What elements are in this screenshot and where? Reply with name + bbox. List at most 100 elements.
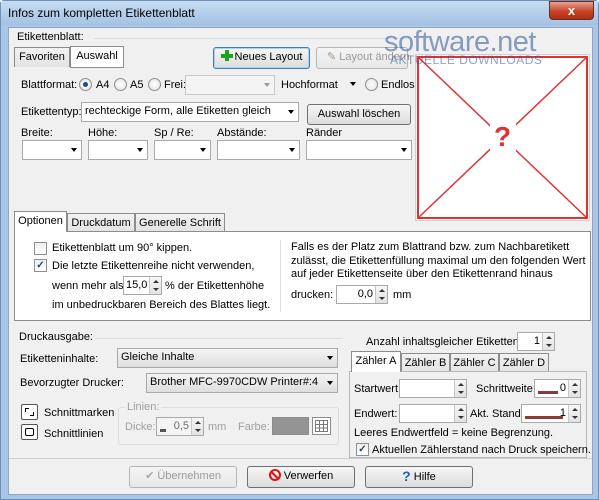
- same-content-value: 1: [533, 335, 540, 347]
- orientation-select[interactable]: [344, 75, 360, 95]
- end-label: Endwert:: [354, 408, 398, 420]
- new-layout-button[interactable]: Neues Layout: [213, 47, 310, 69]
- free-format-select[interactable]: [185, 75, 275, 95]
- cutmarks-icon[interactable]: [21, 404, 38, 420]
- printer-select[interactable]: Brother MFC-9970CDW Printer#:4: [146, 373, 338, 393]
- tab-generelle-schrift[interactable]: Generelle Schrift: [135, 213, 225, 232]
- step-value: 0: [559, 382, 566, 394]
- width-select[interactable]: [22, 140, 82, 160]
- same-content-spinner[interactable]: 1: [517, 332, 555, 351]
- cutlines-icon[interactable]: [21, 424, 38, 440]
- height-select[interactable]: [88, 140, 148, 160]
- format-a5-radio[interactable]: [114, 78, 127, 91]
- dialog-window: Infos zum kompletten Etikettenblatt x Et…: [0, 0, 599, 500]
- overprint-value: 0,0: [357, 288, 373, 300]
- overprint-unit: mm: [393, 289, 412, 301]
- last-row-when-label: wenn mehr als: [52, 280, 124, 292]
- color-swatch[interactable]: [272, 417, 309, 435]
- label-preview: ?: [415, 54, 590, 221]
- discard-label: Verwerfen: [283, 470, 334, 482]
- output-section-label: Druckausgabe:: [19, 331, 93, 343]
- tab-counter-c[interactable]: Zähler C: [450, 353, 499, 372]
- format-free-radio[interactable]: [148, 78, 161, 91]
- margins-select[interactable]: [306, 140, 412, 160]
- plus-icon: [220, 50, 233, 61]
- columns-rows-select[interactable]: [154, 140, 211, 160]
- current-label: Akt. Stand:: [470, 408, 524, 420]
- preview-question-mark: ?: [494, 121, 512, 152]
- thickness-spinner[interactable]: 0,5: [156, 417, 204, 436]
- lines-label: Linien:: [125, 401, 162, 413]
- spacing-header: Abstände:: [217, 127, 267, 139]
- help-label: Hilfe: [413, 471, 436, 483]
- tab-auswahl[interactable]: Auswahl: [70, 46, 124, 68]
- thickness-value: 0,5: [173, 420, 189, 432]
- dialog-body: Etikettenblatt: Favoriten Auswahl Neues …: [8, 26, 593, 495]
- help-button[interactable]: ? Hilfe: [365, 466, 473, 488]
- overprint-spinner[interactable]: 0,0: [336, 285, 388, 304]
- width-header: Breite:: [21, 127, 53, 139]
- tab-counter-d[interactable]: Zähler D: [499, 353, 549, 372]
- last-row-suffix: % der Etikettenhöhe: [165, 280, 265, 292]
- content-value: Gleiche Inhalte: [121, 351, 195, 363]
- last-row-line3: im unbedruckbaren Bereich des Blattes li…: [52, 299, 271, 311]
- window-title: Infos zum kompletten Etikettenblatt: [8, 6, 195, 20]
- format-a5-label: A5: [130, 79, 144, 91]
- empty-end-hint: Leeres Endwertfeld = keine Begrenzung.: [354, 427, 554, 439]
- rotate-label: Etikettenblatt um 90° kippen.: [52, 242, 193, 254]
- title-bar[interactable]: Infos zum kompletten Etikettenblatt x: [1, 1, 598, 25]
- current-spinner[interactable]: 1: [521, 404, 581, 423]
- content-select[interactable]: Gleiche Inhalte: [117, 348, 338, 368]
- format-a4-label: A4: [96, 79, 110, 91]
- footer-divider: [9, 458, 592, 459]
- columns-rows-header: Sp / Re:: [154, 127, 194, 139]
- no-entry-icon: [268, 469, 281, 481]
- sheet-format-label: Blattformat:: [21, 79, 78, 91]
- print-label: drucken:: [291, 289, 334, 301]
- tab-counter-b[interactable]: Zähler B: [401, 353, 450, 372]
- last-row-checkbox[interactable]: ✓: [34, 259, 47, 272]
- printer-label: Bevorzugter Drucker:: [20, 377, 124, 389]
- apply-button[interactable]: ✔ Übernehmen: [129, 466, 237, 488]
- endless-radio[interactable]: [365, 78, 378, 91]
- last-row-percent-spinner[interactable]: 15,0: [123, 276, 162, 295]
- format-free-label: Frei:: [164, 79, 186, 91]
- help-icon: ?: [402, 468, 411, 484]
- same-content-label: Anzahl inhaltsgleicher Etiketten:: [366, 336, 522, 348]
- height-header: Höhe:: [88, 127, 118, 139]
- thickness-unit: mm: [208, 421, 227, 433]
- cutmarks-label: Schnittmarken: [44, 407, 115, 419]
- options-divider: [280, 240, 281, 312]
- counter-panel: Startwert: Schrittweite: 0 Endwert: Akt.…: [349, 371, 591, 458]
- printer-value: Brother MFC-9970CDW Printer#:4: [150, 376, 319, 388]
- tab-optionen[interactable]: Optionen: [14, 211, 67, 232]
- options-panel: Etikettenblatt um 90° kippen. ✓ Die letz…: [14, 231, 591, 321]
- tab-druckdatum[interactable]: Druckdatum: [67, 213, 135, 232]
- tab-counter-a[interactable]: Zähler A: [351, 351, 401, 372]
- content-label: Etiketteninhalte:: [20, 353, 99, 365]
- end-spinner[interactable]: [399, 404, 467, 423]
- save-counter-checkbox[interactable]: ✓: [356, 443, 369, 456]
- save-counter-label: Aktuellen Zählerstand nach Druck speiche…: [372, 444, 591, 456]
- pencil-icon: ✎: [327, 51, 337, 63]
- endless-label: Endlos: [381, 79, 415, 91]
- watermark: software.net AKTUELLE DOWNLOADS: [382, 26, 592, 70]
- label-type-value: rechteckige Form, alle Etiketten gleich: [85, 105, 271, 117]
- step-label: Schrittweite:: [476, 383, 536, 395]
- tab-favoriten[interactable]: Favoriten: [14, 47, 70, 67]
- start-spinner[interactable]: [399, 379, 467, 398]
- rotate-checkbox[interactable]: [34, 242, 47, 255]
- last-row-percent-value: 15,0: [126, 279, 148, 291]
- color-grid-icon[interactable]: [312, 417, 331, 435]
- sheet-section-label: Etikettenblatt:: [17, 31, 84, 43]
- format-a4-radio[interactable]: [79, 78, 92, 91]
- clear-selection-button[interactable]: Auswahl löschen: [307, 104, 411, 125]
- step-spinner[interactable]: 0: [534, 379, 581, 398]
- close-button[interactable]: x: [549, 1, 594, 20]
- thickness-label: Dicke:: [125, 421, 156, 433]
- spacing-select[interactable]: [217, 140, 300, 160]
- discard-button[interactable]: Verwerfen: [247, 466, 355, 488]
- checkmark-icon: ✔: [145, 470, 155, 482]
- color-label: Farbe:: [238, 421, 270, 433]
- label-type-select[interactable]: rechteckige Form, alle Etiketten gleich: [81, 102, 299, 122]
